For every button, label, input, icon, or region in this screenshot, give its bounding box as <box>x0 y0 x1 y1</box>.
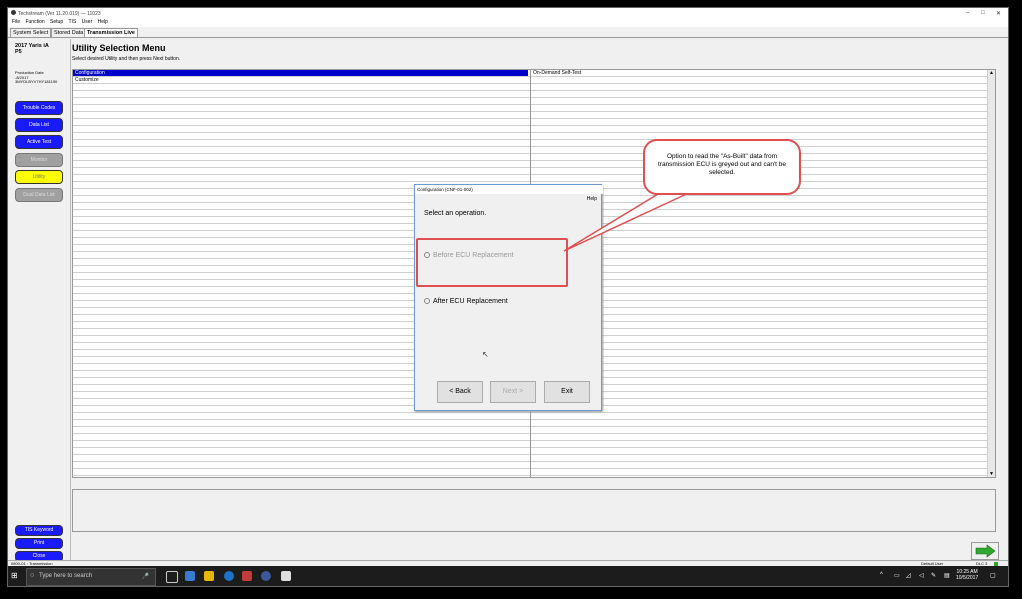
annotation-text: Option to read the "As-Built" data from … <box>657 153 787 176</box>
callout-pointer <box>563 190 694 252</box>
techstream-window: Techstream (Ver 11.20.019) — 11023 – □ ✕… <box>7 7 1009 587</box>
annotation-callout: Option to read the "As-Built" data from … <box>643 139 801 195</box>
